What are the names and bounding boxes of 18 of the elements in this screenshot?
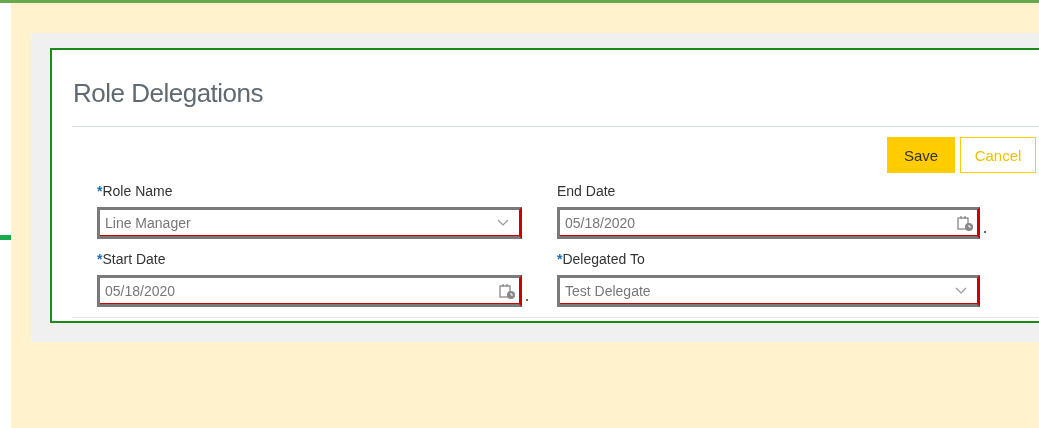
page-title: Role Delegations: [72, 77, 264, 110]
required-mark: *: [557, 251, 563, 267]
save-button[interactable]: Save: [887, 137, 955, 173]
chevron-down-icon[interactable]: [955, 287, 967, 295]
calendar-clock-icon[interactable]: [499, 283, 515, 299]
date-field[interactable]: 05/18/2020: [557, 207, 980, 239]
dropdown-field[interactable]: Test Delegate: [557, 275, 980, 307]
field-label: Role Name: [102, 183, 173, 199]
field-label: Start Date: [102, 251, 166, 267]
required-mark: *: [97, 183, 103, 199]
field-label: Delegated To: [562, 251, 645, 267]
date-field[interactable]: 05/18/2020: [97, 275, 522, 307]
calendar-clock-icon[interactable]: [957, 215, 973, 231]
dropdown-field[interactable]: Line Manager: [97, 207, 522, 239]
field-label: End Date: [557, 183, 616, 199]
chevron-down-icon[interactable]: [497, 219, 509, 227]
edge-marker: [0, 235, 11, 240]
required-mark: *: [97, 251, 103, 267]
